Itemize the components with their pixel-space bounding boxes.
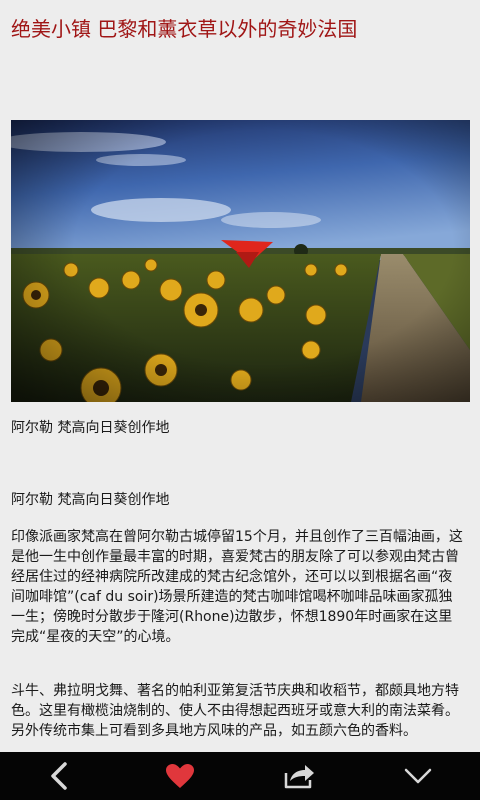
article-paragraph: 斗牛、弗拉明戈舞、著名的帕利亚第复活节庆典和收稻节，都颇具地方特色。这里有橄榄油… xyxy=(11,683,459,739)
image-caption: 阿尔勒 梵高向日葵创作地 xyxy=(11,420,170,436)
chevron-down-icon xyxy=(404,768,432,784)
more-button[interactable] xyxy=(388,752,448,800)
back-button[interactable] xyxy=(30,752,90,800)
share-button[interactable] xyxy=(270,752,330,800)
article-page: 绝美小镇 巴黎和薰衣草以外的奇妙法国 阿尔勒 梵高向日葵创作地 阿尔勒 梵高向日… xyxy=(0,0,480,800)
chevron-left-icon xyxy=(51,762,67,790)
share-icon xyxy=(284,765,314,789)
favorite-button[interactable] xyxy=(150,752,210,800)
article-title: 绝美小镇 巴黎和薰衣草以外的奇妙法国 xyxy=(11,17,358,41)
sunflower-field-photo xyxy=(11,120,470,402)
article-paragraph: 印像派画家梵高在曾阿尔勒古城停留15个月，并且创作了三百幅油画，这是他一生中创作… xyxy=(11,529,463,645)
bottom-toolbar xyxy=(0,752,480,800)
section-subheading: 阿尔勒 梵高向日葵创作地 xyxy=(11,492,170,508)
article-content[interactable]: 绝美小镇 巴黎和薰衣草以外的奇妙法国 阿尔勒 梵高向日葵创作地 阿尔勒 梵高向日… xyxy=(0,0,480,752)
heart-icon xyxy=(166,764,194,788)
